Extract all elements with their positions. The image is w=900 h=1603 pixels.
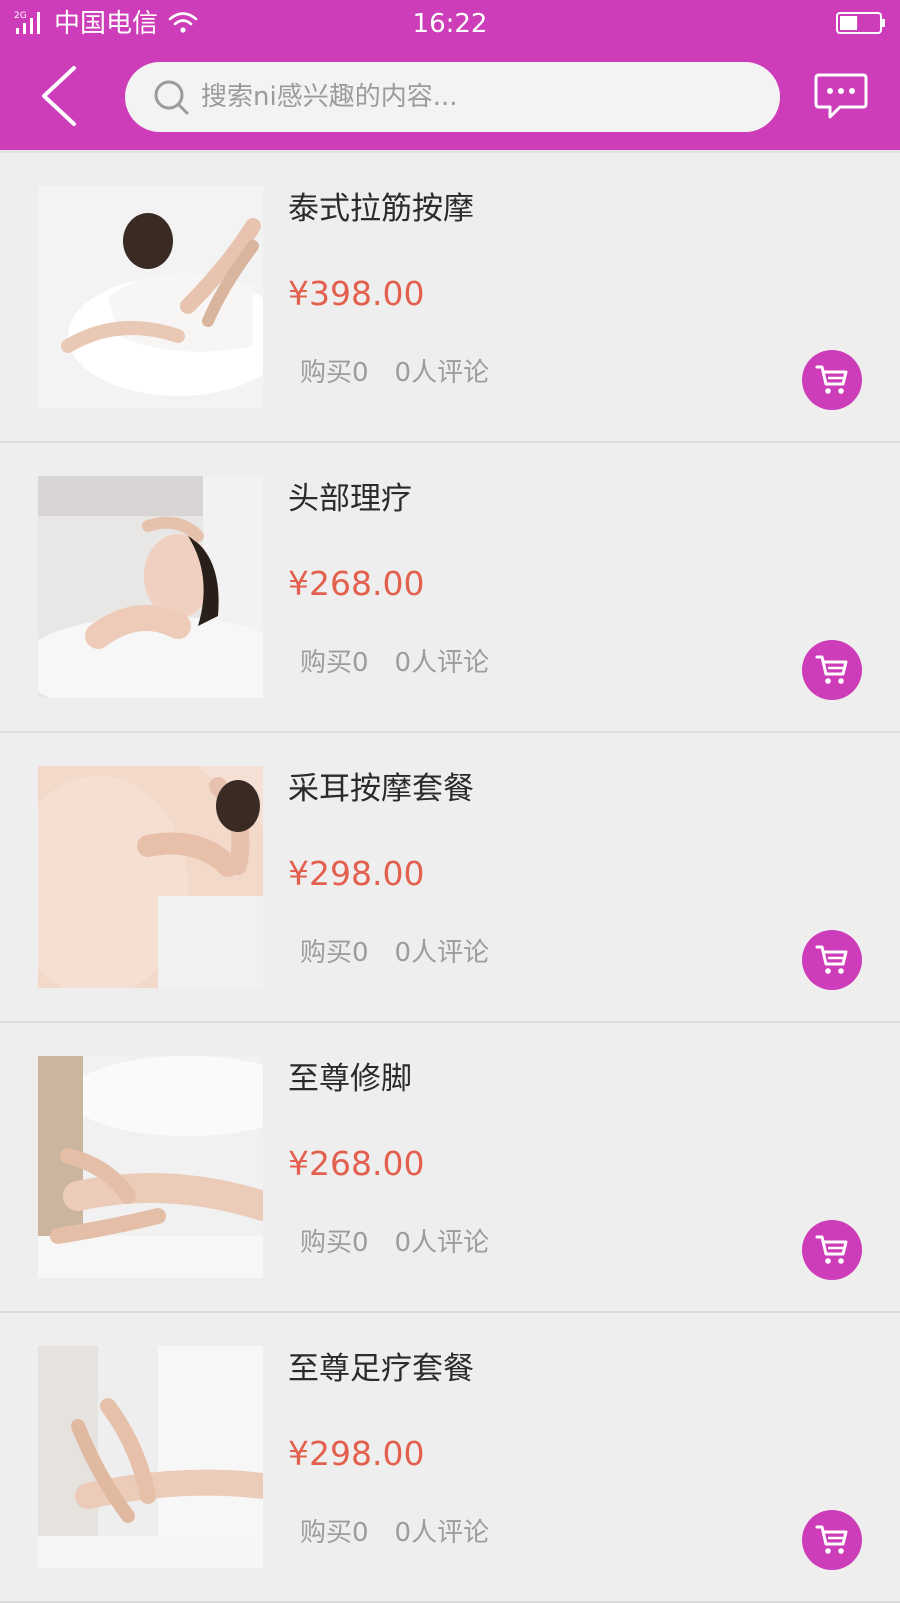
back-button[interactable] [36,64,88,128]
product-image-foot-massage [38,1346,263,1568]
review-count: 0人评论 [394,648,490,678]
product-stats: 购买0 0人评论 [300,1515,489,1551]
product-image-head-therapy [38,476,263,698]
product-price: ¥268.00 [288,1144,425,1183]
battery-level-fill [840,16,858,30]
product-stats: 购买0 0人评论 [300,645,489,681]
product-image-back-massage [38,186,263,408]
search-icon [154,80,189,115]
product-item[interactable]: 至尊修脚 ¥268.00 购买0 0人评论 [0,1023,900,1313]
product-stats: 购买0 0人评论 [300,1225,489,1261]
add-to-cart-button[interactable] [802,930,862,990]
battery-icon [836,12,885,34]
cart-icon [815,365,848,394]
purchase-count: 购买0 [300,648,369,678]
product-price: ¥298.00 [288,854,425,893]
cart-icon [815,1525,848,1554]
cart-icon [815,655,848,684]
purchase-count: 购买0 [300,358,369,388]
product-stats: 购买0 0人评论 [300,935,489,971]
status-time: 16:22 [412,9,488,39]
purchase-count: 购买0 [300,938,369,968]
product-image-neck-ear-massage [38,766,263,988]
product-title: 泰式拉筋按摩 [288,191,474,227]
product-title: 头部理疗 [288,481,412,517]
purchase-count: 购买0 [300,1228,369,1258]
product-item[interactable]: 至尊足疗套餐 ¥298.00 购买0 0人评论 [0,1313,900,1603]
search-placeholder: 搜索ni感兴趣的内容... [201,82,458,112]
review-count: 0人评论 [394,1228,490,1258]
product-title: 至尊修脚 [288,1061,412,1097]
message-icon[interactable] [814,72,868,122]
product-image-foot-care [38,1056,263,1278]
product-title: 采耳按摩套餐 [288,771,474,807]
add-to-cart-button[interactable] [802,1220,862,1280]
product-price: ¥298.00 [288,1434,425,1473]
review-count: 0人评论 [394,1518,490,1548]
cart-icon [815,1235,848,1264]
product-stats: 购买0 0人评论 [300,355,489,391]
search-input[interactable]: 搜索ni感兴趣的内容... [125,62,780,132]
purchase-count: 购买0 [300,1518,369,1548]
add-to-cart-button[interactable] [802,350,862,410]
product-item[interactable]: 采耳按摩套餐 ¥298.00 购买0 0人评论 [0,733,900,1023]
review-count: 0人评论 [394,938,490,968]
product-item[interactable]: 头部理疗 ¥268.00 购买0 0人评论 [0,443,900,733]
cart-icon [815,945,848,974]
product-title: 至尊足疗套餐 [288,1351,474,1387]
review-count: 0人评论 [394,358,490,388]
status-bar: 2G 中国电信 16:22 [0,0,900,50]
top-app-bar: 2G 中国电信 16:22 搜索ni感兴趣的内容... [0,0,900,150]
add-to-cart-button[interactable] [802,640,862,700]
product-price: ¥398.00 [288,274,425,313]
product-price: ¥268.00 [288,564,425,603]
add-to-cart-button[interactable] [802,1510,862,1570]
product-item[interactable]: 泰式拉筋按摩 ¥398.00 购买0 0人评论 [0,153,900,443]
